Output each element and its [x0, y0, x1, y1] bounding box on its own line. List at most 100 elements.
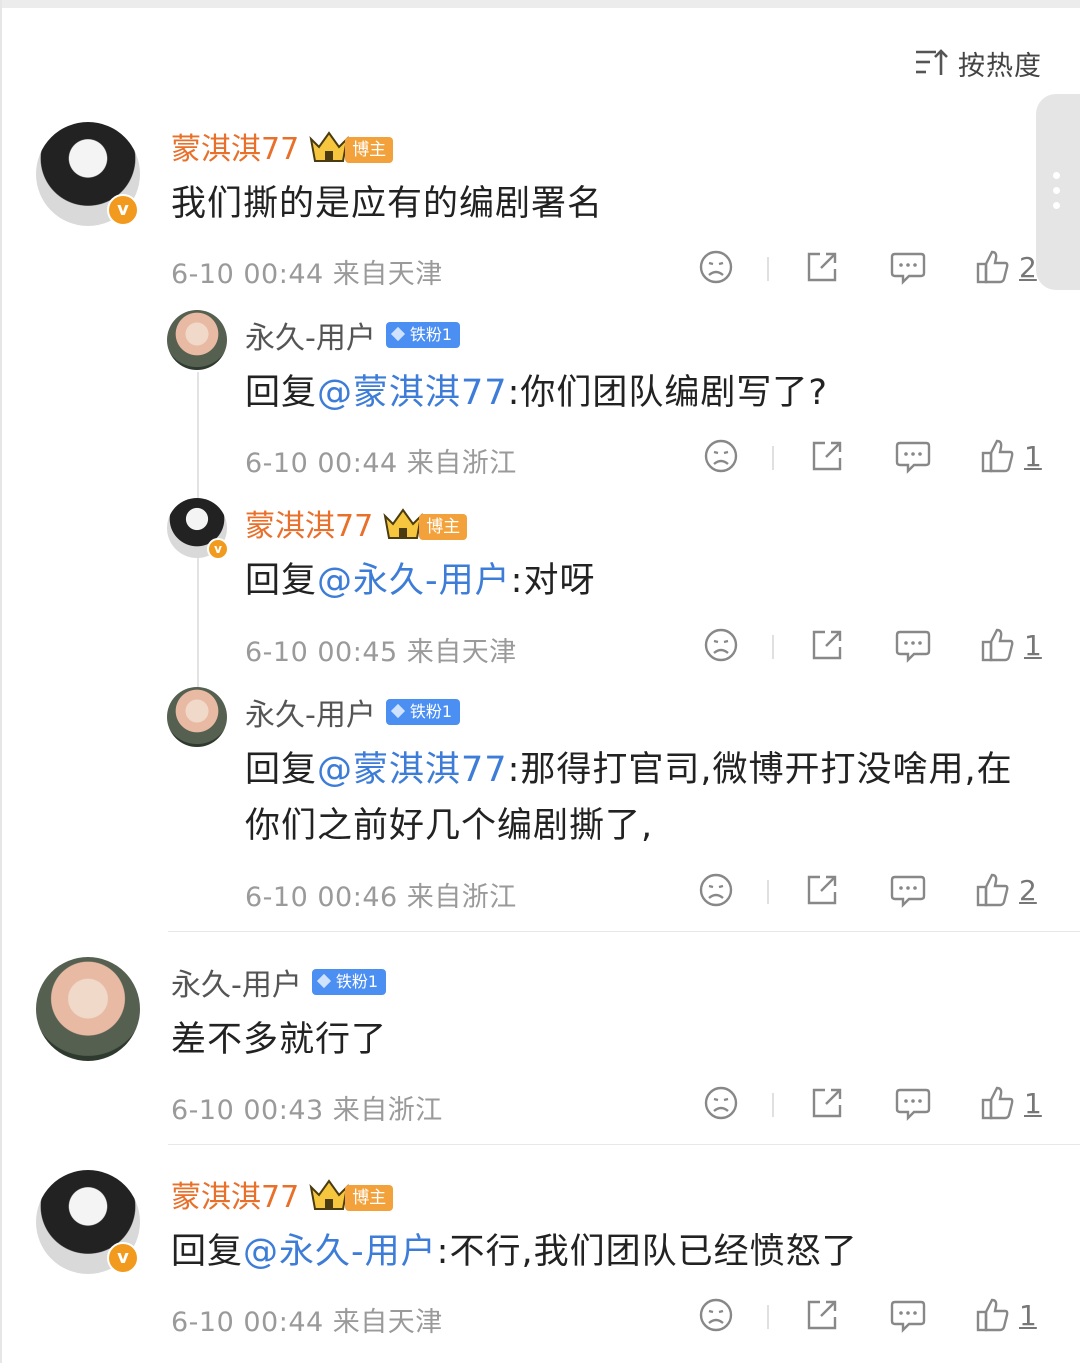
mention-link[interactable]: @蒙淇淇77	[317, 750, 508, 790]
username[interactable]: 蒙淇淇77	[245, 501, 373, 545]
username[interactable]: 永久-用户	[245, 313, 376, 357]
comment-divider	[168, 1144, 1080, 1145]
sad-face-icon	[704, 1086, 738, 1120]
like-count: 2	[1019, 873, 1037, 907]
comment-username-row: 永久-用户 铁粉1	[171, 960, 387, 1004]
comment-meta: 6-10 00:44 来自浙江	[245, 448, 517, 479]
left-edge	[0, 0, 2, 1363]
reply-button[interactable]	[894, 438, 932, 474]
reply-button[interactable]	[894, 1085, 932, 1121]
dislike-button[interactable]	[703, 438, 739, 474]
reply-button[interactable]	[894, 627, 932, 663]
reply-prefix: 回复	[245, 750, 318, 790]
dislike-button[interactable]	[698, 872, 734, 908]
divider	[772, 1093, 774, 1117]
reply-text: :不行,我们团队已经愤怒了	[436, 1232, 858, 1272]
comment-meta: 6-10 00:44 来自天津	[171, 1307, 443, 1338]
verified-v-icon: v	[107, 1242, 139, 1274]
comment-icon	[895, 441, 931, 474]
crown-icon	[383, 508, 423, 539]
comment-text: 回复@永久-用户:不行,我们团队已经愤怒了	[171, 1224, 858, 1280]
reply-prefix: 回复	[245, 561, 318, 601]
side-drawer-handle[interactable]	[1036, 94, 1080, 290]
thumbs-up-icon	[981, 439, 1014, 473]
comment-icon	[890, 252, 926, 285]
share-button[interactable]	[804, 249, 840, 285]
share-button[interactable]	[804, 1297, 840, 1333]
like-button[interactable]: 2	[975, 249, 1037, 285]
share-icon	[812, 441, 842, 471]
comment-username-row: 永久-用户 铁粉1	[245, 690, 461, 734]
dislike-button[interactable]	[698, 1297, 734, 1333]
reply-text: :对呀	[510, 561, 596, 601]
like-count: 1	[1024, 439, 1042, 473]
dislike-button[interactable]	[703, 1085, 739, 1121]
comment-meta: 6-10 00:44 来自天津	[171, 259, 443, 290]
share-button[interactable]	[809, 438, 845, 474]
sad-face-icon	[704, 439, 738, 473]
thumbs-up-icon	[976, 250, 1009, 284]
avatar[interactable]	[167, 687, 227, 747]
thumbs-up-icon	[976, 873, 1009, 907]
dislike-button[interactable]	[698, 249, 734, 285]
comment-text: 回复@蒙淇淇77:你们团队编剧写了?	[245, 365, 828, 421]
share-button[interactable]	[809, 627, 845, 663]
comment-text: 回复@永久-用户:对呀	[245, 553, 595, 609]
comment-divider	[168, 931, 1080, 932]
mention-link[interactable]: @蒙淇淇77	[317, 373, 508, 413]
username[interactable]: 蒙淇淇77	[171, 1172, 299, 1216]
comment-username-row: 永久-用户 铁粉1	[245, 313, 461, 357]
blogger-badge: 博主	[309, 129, 394, 163]
comment-username-row: 蒙淇淇77 博主	[171, 1172, 394, 1216]
reply-prefix: 回复	[171, 1232, 244, 1272]
like-button[interactable]: 1	[980, 627, 1042, 663]
username[interactable]: 永久-用户	[171, 960, 302, 1004]
reply-button[interactable]	[889, 872, 927, 908]
comment-meta: 6-10 00:43 来自浙江	[171, 1095, 443, 1126]
avatar[interactable]	[167, 310, 227, 370]
divider	[767, 257, 769, 281]
comment-icon	[895, 630, 931, 663]
sort-by-hot-button[interactable]: 按热度	[914, 44, 1042, 83]
comment-username-row: 蒙淇淇77 博主	[245, 501, 468, 545]
reply-prefix: 回复	[245, 373, 318, 413]
thumbs-up-icon	[981, 628, 1014, 662]
mention-link[interactable]: @永久-用户	[317, 561, 511, 601]
divider	[772, 446, 774, 470]
crown-icon	[309, 1179, 349, 1210]
share-icon	[807, 875, 837, 905]
avatar[interactable]	[36, 957, 140, 1061]
share-icon	[812, 630, 842, 660]
comment-icon	[895, 1088, 931, 1121]
top-edge	[0, 0, 1080, 8]
like-button[interactable]: 1	[975, 1297, 1037, 1333]
dislike-button[interactable]	[703, 627, 739, 663]
divider	[772, 635, 774, 659]
comment-text: 差不多就行了	[171, 1020, 388, 1060]
reply-text: :你们团队编剧写了?	[507, 373, 828, 413]
sort-label: 按热度	[958, 51, 1042, 82]
like-count: 1	[1024, 628, 1042, 662]
username[interactable]: 蒙淇淇77	[171, 124, 299, 168]
share-icon	[807, 252, 837, 282]
thumbs-up-icon	[976, 1298, 1009, 1332]
blogger-badge: 博主	[309, 1177, 394, 1211]
comment-meta: 6-10 00:46 来自浙江	[245, 882, 517, 913]
comment-username-row: 蒙淇淇77 博主	[171, 124, 394, 168]
more-dots-icon	[1053, 172, 1061, 217]
verified-v-icon: v	[207, 538, 229, 560]
share-button[interactable]	[804, 872, 840, 908]
like-button[interactable]: 1	[980, 1085, 1042, 1121]
fan-badge: 铁粉1	[311, 969, 387, 995]
like-button[interactable]: 1	[980, 438, 1042, 474]
crown-icon	[309, 131, 349, 162]
reply-button[interactable]	[889, 1297, 927, 1333]
like-button[interactable]: 2	[975, 872, 1037, 908]
blogger-badge: 博主	[383, 506, 468, 540]
share-button[interactable]	[809, 1085, 845, 1121]
username[interactable]: 永久-用户	[245, 690, 376, 734]
mention-link[interactable]: @永久-用户	[243, 1232, 437, 1272]
sad-face-icon	[699, 250, 733, 284]
sad-face-icon	[699, 873, 733, 907]
reply-button[interactable]	[889, 249, 927, 285]
